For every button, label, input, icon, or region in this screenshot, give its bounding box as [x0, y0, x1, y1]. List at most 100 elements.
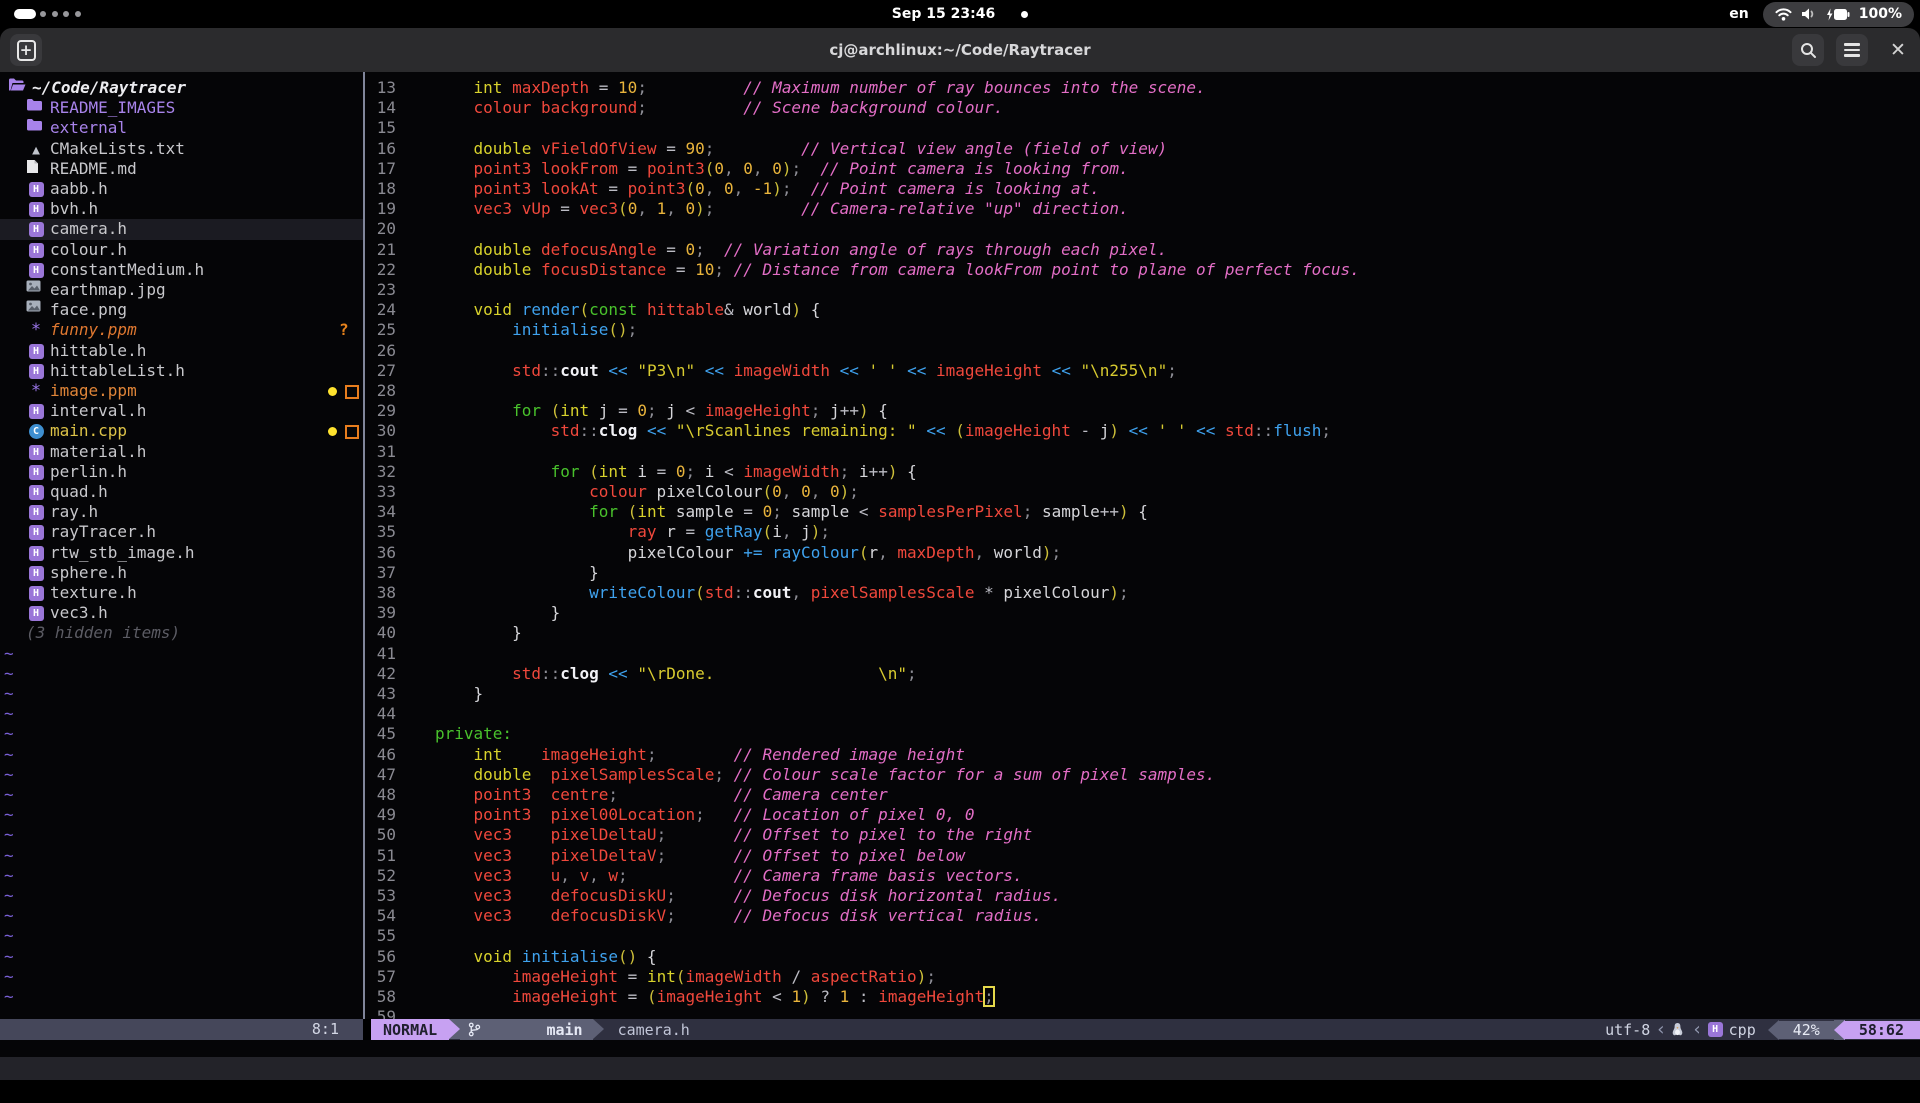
code-line[interactable]: 34 for (int sample = 0; sample < samples…: [374, 502, 1920, 522]
line-number: 50: [374, 825, 396, 845]
code-line[interactable]: 56 void initialise() {: [374, 947, 1920, 967]
tilde: ~: [4, 704, 14, 724]
code-line[interactable]: 27 std::cout << "P3\n" << imageWidth << …: [374, 361, 1920, 381]
code-line[interactable]: 57 imageHeight = int(imageWidth / aspect…: [374, 967, 1920, 987]
code-line[interactable]: 55: [374, 926, 1920, 946]
code-line[interactable]: 28: [374, 381, 1920, 401]
tree-item[interactable]: earthmap.jpg: [0, 280, 363, 300]
tree-item[interactable]: HrayTracer.h: [0, 522, 363, 542]
code-line[interactable]: 54 vec3 defocusDiskV; // Defocus disk ve…: [374, 906, 1920, 926]
tree-item[interactable]: HconstantMedium.h: [0, 260, 363, 280]
tree-item[interactable]: ~/Code/Raytracer: [0, 78, 363, 98]
tree-item[interactable]: README.md: [0, 159, 363, 179]
tree-item[interactable]: Hrtw_stb_image.h: [0, 543, 363, 563]
tree-item[interactable]: Hinterval.h: [0, 401, 363, 421]
close-window-button[interactable]: ✕: [1882, 34, 1914, 66]
tree-item[interactable]: Hbvh.h: [0, 199, 363, 219]
keyboard-layout-indicator[interactable]: en: [1729, 6, 1748, 22]
code-line[interactable]: 44: [374, 704, 1920, 724]
tree-item[interactable]: README_IMAGES: [0, 98, 363, 118]
tree-item[interactable]: Htexture.h: [0, 583, 363, 603]
tree-item[interactable]: HhittableList.h: [0, 361, 363, 381]
code-line[interactable]: 20: [374, 219, 1920, 239]
code-line[interactable]: 17 point3 lookFrom = point3(0, 0, 0); //…: [374, 159, 1920, 179]
line-number: 41: [374, 644, 396, 664]
menu-button[interactable]: [1836, 34, 1868, 66]
git-staged-square: [345, 425, 359, 439]
code-line[interactable]: 19 vec3 vUp = vec3(0, 1, 0); // Camera-r…: [374, 199, 1920, 219]
tree-item-label: aabb.h: [50, 179, 108, 199]
code-line[interactable]: 33 colour pixelColour(0, 0, 0);: [374, 482, 1920, 502]
clock-menu[interactable]: Sep 15 23:46: [0, 0, 1920, 28]
code-line[interactable]: 52 vec3 u, v, w; // Camera frame basis v…: [374, 866, 1920, 886]
code-line[interactable]: 51 vec3 pixelDeltaV; // Offset to pixel …: [374, 846, 1920, 866]
code-line[interactable]: 13 int maxDepth = 10; // Maximum number …: [374, 78, 1920, 98]
tree-item-label: earthmap.jpg: [50, 280, 166, 300]
line-number: 15: [374, 118, 396, 138]
tree-item-label: camera.h: [50, 219, 127, 239]
tree-item[interactable]: external: [0, 118, 363, 138]
code-line[interactable]: 18 point3 lookAt = point3(0, 0, -1); // …: [374, 179, 1920, 199]
search-button[interactable]: [1792, 34, 1824, 66]
neovim-editor: ~/Code/RaytracerREADME_IMAGESexternal▲CM…: [0, 72, 1920, 1019]
code-line[interactable]: 14 colour background; // Scene backgroun…: [374, 98, 1920, 118]
tree-item[interactable]: Hperlin.h: [0, 462, 363, 482]
tree-item[interactable]: (3 hidden items): [0, 623, 363, 643]
command-line[interactable]: [0, 1040, 1920, 1057]
tree-item[interactable]: Hcamera.h: [0, 219, 363, 239]
tree-item[interactable]: Hray.h: [0, 502, 363, 522]
code-line[interactable]: 29 for (int j = 0; j < imageHeight; j++)…: [374, 401, 1920, 421]
code-line[interactable]: 50 vec3 pixelDeltaU; // Offset to pixel …: [374, 825, 1920, 845]
code-line[interactable]: 39 }: [374, 603, 1920, 623]
window-separator[interactable]: [363, 72, 365, 1019]
tree-item[interactable]: Hcolour.h: [0, 240, 363, 260]
code-line[interactable]: 46 int imageHeight; // Rendered image he…: [374, 745, 1920, 765]
code-line[interactable]: 21 double defocusAngle = 0; // Variation…: [374, 240, 1920, 260]
wifi-icon: [1775, 7, 1792, 21]
code-line[interactable]: 53 vec3 defocusDiskU; // Defocus disk ho…: [374, 886, 1920, 906]
code-line[interactable]: 47 double pixelSamplesScale; // Colour s…: [374, 765, 1920, 785]
code-line[interactable]: 32 for (int i = 0; i < imageWidth; i++) …: [374, 462, 1920, 482]
code-line[interactable]: 59: [374, 1007, 1920, 1019]
code-line[interactable]: 40 }: [374, 623, 1920, 643]
line-number: 23: [374, 280, 396, 300]
tree-item-label: rtw_stb_image.h: [50, 543, 195, 563]
tree-item[interactable]: Cmain.cpp: [0, 421, 363, 441]
code-line[interactable]: 24 void render(const hittable& world) {: [374, 300, 1920, 320]
code-line[interactable]: 45private:: [374, 724, 1920, 744]
tree-item[interactable]: Hquad.h: [0, 482, 363, 502]
tree-item[interactable]: Hvec3.h: [0, 603, 363, 623]
tree-item[interactable]: face.png: [0, 300, 363, 320]
line-number: 22: [374, 260, 396, 280]
code-line[interactable]: 15: [374, 118, 1920, 138]
code-line[interactable]: 30 std::clog << "\rScanlines remaining: …: [374, 421, 1920, 441]
tree-item[interactable]: *funny.ppm?: [0, 320, 363, 340]
code-line[interactable]: 41: [374, 644, 1920, 664]
code-line[interactable]: 42 std::clog << "\rDone. \n";: [374, 664, 1920, 684]
tree-item[interactable]: *image.ppm: [0, 381, 363, 401]
line-number: 46: [374, 745, 396, 765]
code-line[interactable]: 26: [374, 341, 1920, 361]
code-line[interactable]: 43 }: [374, 684, 1920, 704]
tree-item[interactable]: Hmaterial.h: [0, 442, 363, 462]
code-line[interactable]: 35 ray r = getRay(i, j);: [374, 522, 1920, 542]
code-line[interactable]: 37 }: [374, 563, 1920, 583]
thin-separator: ‹: [1693, 1019, 1700, 1040]
code-line[interactable]: 38 writeColour(std::cout, pixelSamplesSc…: [374, 583, 1920, 603]
code-line[interactable]: 48 point3 centre; // Camera center: [374, 785, 1920, 805]
code-line[interactable]: 58 imageHeight = (imageHeight < 1) ? 1 :…: [374, 987, 1920, 1007]
code-line[interactable]: 22 double focusDistance = 10; // Distanc…: [374, 260, 1920, 280]
code-line[interactable]: 23: [374, 280, 1920, 300]
tree-item-label: texture.h: [50, 583, 137, 603]
tree-item[interactable]: Hhittable.h: [0, 341, 363, 361]
tilde: ~: [4, 866, 14, 886]
code-line[interactable]: 25 initialise();: [374, 320, 1920, 340]
code-line[interactable]: 16 double vFieldOfView = 90; // Vertical…: [374, 139, 1920, 159]
code-line[interactable]: 36 pixelColour += rayColour(r, maxDepth,…: [374, 543, 1920, 563]
tree-item[interactable]: ▲CMakeLists.txt: [0, 139, 363, 159]
code-line[interactable]: 31: [374, 442, 1920, 462]
code-line[interactable]: 49 point3 pixel00Location; // Location o…: [374, 805, 1920, 825]
system-status-menu[interactable]: 100%: [1763, 2, 1914, 27]
tree-item[interactable]: Haabb.h: [0, 179, 363, 199]
tree-item[interactable]: Hsphere.h: [0, 563, 363, 583]
